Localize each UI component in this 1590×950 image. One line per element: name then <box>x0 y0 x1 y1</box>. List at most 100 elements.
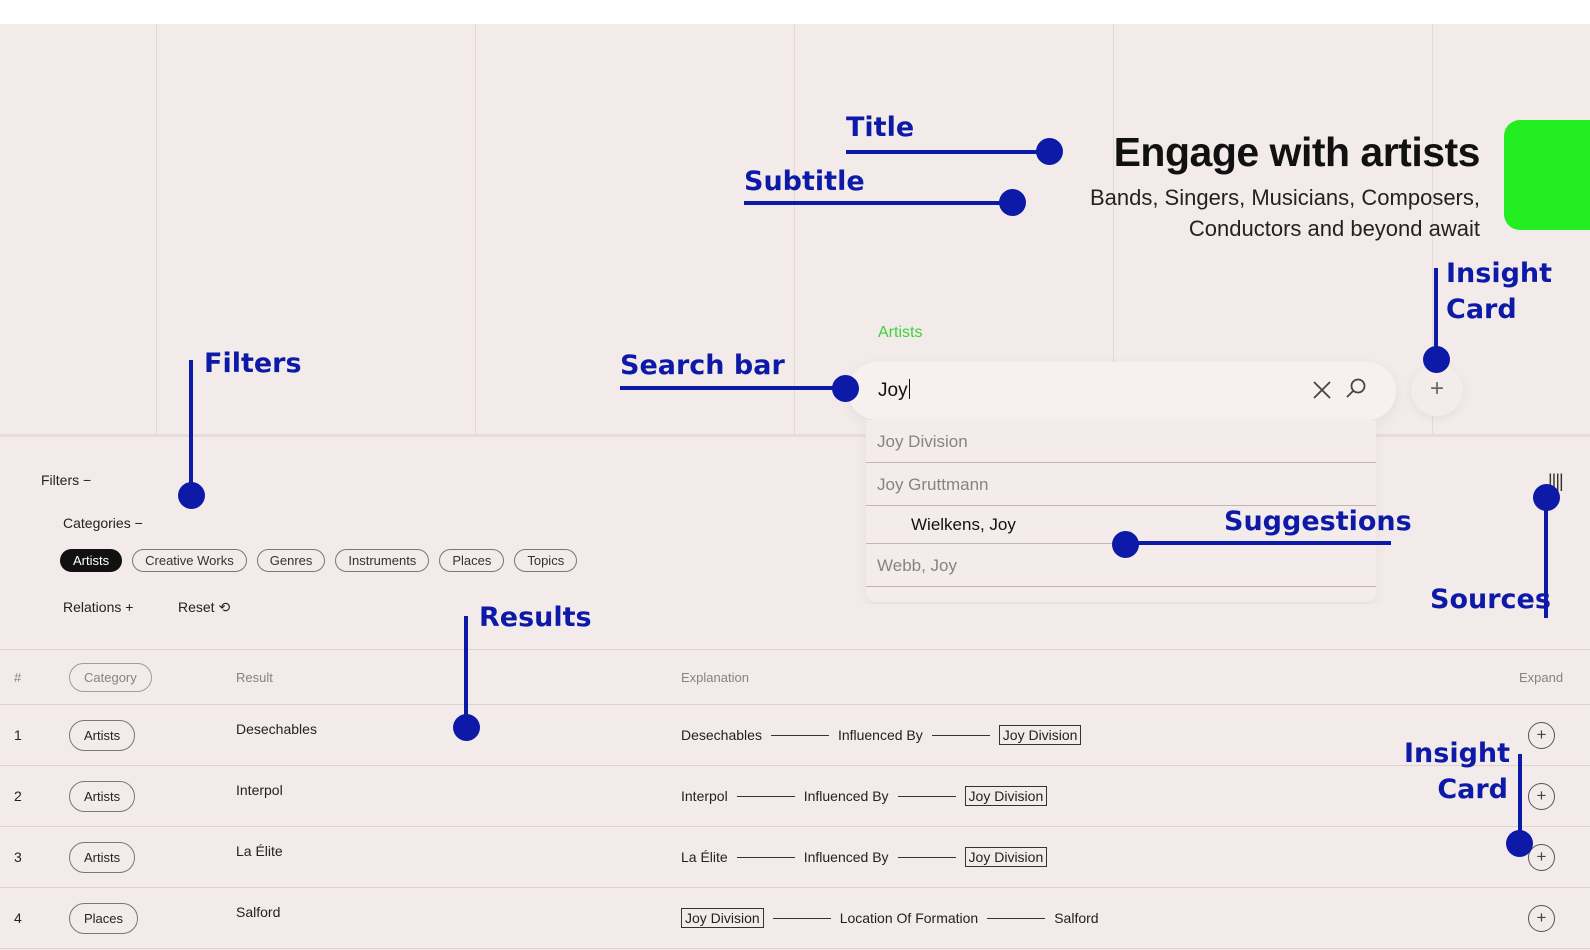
page-subtitle: Bands, Singers, Musicians, Composers, Co… <box>1089 185 1480 241</box>
row-explanation: La Élite Influenced By Joy Division <box>681 827 1048 887</box>
chip-artists[interactable]: Artists <box>60 549 123 572</box>
row-result[interactable]: Desechables <box>236 699 317 759</box>
annotation-dot <box>832 375 859 402</box>
category-pill: Artists <box>69 719 136 751</box>
search-input[interactable]: Joy <box>878 379 910 402</box>
row-category: Artists <box>69 766 136 826</box>
row-explanation: Joy Division Location Of Formation Salford <box>681 888 1099 948</box>
annotation-dot <box>453 714 480 741</box>
relation-label: Influenced By <box>837 727 923 743</box>
page-title: Engage with artists <box>1113 129 1481 175</box>
expand-button[interactable]: + <box>1528 904 1555 932</box>
annotation-dot <box>1036 138 1063 165</box>
row-num: 4 <box>14 910 22 926</box>
chip-topics[interactable]: Topics <box>514 549 578 572</box>
chip-genres[interactable]: Genres <box>256 549 326 572</box>
relation-line <box>897 795 956 797</box>
row-explanation: Desechables Influenced By Joy Division <box>681 705 1082 765</box>
relation-target[interactable]: Joy Division <box>964 847 1048 867</box>
row-expand: + <box>1528 766 1555 826</box>
annotation-sources: Sources <box>1430 584 1551 615</box>
search-category-label: Artists <box>878 324 923 341</box>
annotation-dot <box>999 189 1026 216</box>
header-result: Result <box>236 669 273 685</box>
relation-line <box>736 856 795 858</box>
annotation-search-bar: Search bar <box>620 350 785 381</box>
header-num: # <box>14 669 22 685</box>
annotation-line <box>189 360 193 494</box>
relation-label: Location Of Formation <box>839 910 979 926</box>
suggestion-item[interactable]: Joy Division <box>866 420 1376 463</box>
annotation-dot <box>178 482 205 509</box>
chip-creative-works[interactable]: Creative Works <box>132 549 247 572</box>
reset-button[interactable]: Reset ⟲ <box>178 599 230 616</box>
search-button[interactable] <box>1342 375 1370 403</box>
annotation-line <box>846 150 1050 154</box>
table-row[interactable]: 1 Artists Desechables Desechables Influen… <box>0 705 1590 766</box>
row-num: 2 <box>14 788 22 804</box>
annotation-line <box>1125 541 1391 545</box>
category-pill: Places <box>69 902 139 934</box>
grid-line <box>475 24 476 434</box>
category-chips: Artists Creative Works Genres Instrument… <box>60 549 578 572</box>
relation-source: La Élite <box>681 849 728 865</box>
search-icon <box>1346 378 1366 398</box>
dropdown-fade <box>848 604 1403 624</box>
header-expand: Expand <box>1519 669 1564 685</box>
row-num: 1 <box>14 727 22 743</box>
row-category: Artists <box>69 827 136 887</box>
row-category: Artists <box>69 705 136 765</box>
relation-line <box>770 734 829 736</box>
header-category[interactable]: Category <box>69 650 152 704</box>
relations-toggle[interactable]: Relations + <box>63 599 133 615</box>
category-pill: Artists <box>69 841 136 873</box>
relation-line <box>931 734 990 736</box>
search-bar[interactable]: Joy <box>848 362 1396 420</box>
row-expand: + <box>1528 705 1555 765</box>
annotation-title: Title <box>846 112 915 143</box>
expand-button[interactable]: + <box>1528 782 1555 810</box>
relation-target[interactable]: Joy Division <box>998 725 1082 745</box>
annotation-line <box>620 386 840 390</box>
row-category: Places <box>69 888 139 948</box>
category-pill: Artists <box>69 780 136 812</box>
annotation-line <box>1518 754 1522 832</box>
header-explanation: Explanation <box>681 669 749 685</box>
annotation-subtitle: Subtitle <box>744 166 865 197</box>
chip-places[interactable]: Places <box>439 549 505 572</box>
results-table: # Category Result Explanation Expand 1 A… <box>0 649 1590 949</box>
suggestion-item[interactable]: Bethany Joy Lenz <box>866 587 1376 602</box>
relation-target[interactable]: Joy Division <box>964 786 1048 806</box>
relation-label: Influenced By <box>803 788 889 804</box>
row-result[interactable]: Salford <box>236 882 280 942</box>
insight-card-preview[interactable] <box>1504 120 1590 230</box>
annotation-filters: Filters <box>204 348 302 379</box>
row-result[interactable]: La Élite <box>236 821 283 881</box>
relation-source: Interpol <box>681 788 728 804</box>
table-row[interactable]: 3 Artists La Élite La Élite Influenced By… <box>0 827 1590 888</box>
annotation-dot <box>1506 830 1533 857</box>
table-row[interactable]: 2 Artists Interpol Interpol Influenced By… <box>0 766 1590 827</box>
relation-source: Desechables <box>681 727 762 743</box>
suggestion-item[interactable]: Joy Gruttmann <box>866 463 1376 506</box>
row-expand: + <box>1528 827 1555 887</box>
table-row[interactable]: 4 Places Salford Joy Division Location Of… <box>0 888 1590 949</box>
annotation-insight-card: Insight Card <box>1446 258 1553 325</box>
annotation-dot <box>1533 484 1560 511</box>
categories-toggle[interactable]: Categories − <box>63 515 143 531</box>
chip-instruments[interactable]: Instruments <box>335 549 430 572</box>
grid-line <box>156 24 157 434</box>
category-sort-pill[interactable]: Category <box>69 662 152 692</box>
relation-line <box>736 795 795 797</box>
annotation-line <box>744 201 1014 205</box>
row-result[interactable]: Interpol <box>236 760 283 820</box>
clear-search-button[interactable] <box>1308 376 1336 404</box>
expand-button[interactable]: + <box>1528 721 1555 749</box>
annotation-line <box>1544 500 1548 618</box>
relation-line <box>987 917 1046 919</box>
filters-toggle[interactable]: Filters − <box>41 472 91 488</box>
row-expand: + <box>1528 888 1555 948</box>
annotation-line <box>464 616 468 726</box>
relation-source[interactable]: Joy Division <box>681 908 764 928</box>
annotation-results: Results <box>479 602 592 633</box>
